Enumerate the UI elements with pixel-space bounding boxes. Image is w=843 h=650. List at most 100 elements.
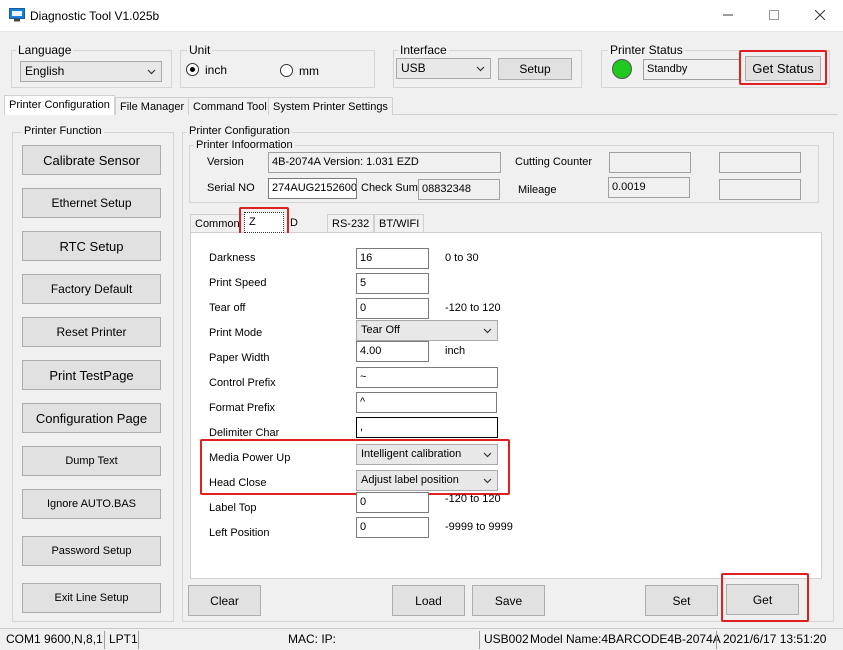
close-icon xyxy=(815,10,825,20)
clear-button[interactable]: Clear xyxy=(188,585,261,616)
subtab-bt-wifi[interactable]: BT/WIFI xyxy=(374,214,425,232)
unit-mm-label: mm xyxy=(299,64,319,78)
format-prefix-label: Format Prefix xyxy=(209,402,276,414)
interface-selected: USB xyxy=(401,61,426,75)
extra-field-2 xyxy=(719,179,801,200)
unit-inch-label: inch xyxy=(205,63,228,77)
chevron-down-icon xyxy=(476,66,485,72)
print-speed-input[interactable]: 5 xyxy=(356,273,429,294)
minimize-icon xyxy=(723,14,733,16)
paper-width-unit: inch xyxy=(445,345,466,357)
darkness-range: 0 to 30 xyxy=(445,252,479,264)
subtab-common[interactable]: Common xyxy=(190,214,245,232)
chevron-down-icon xyxy=(147,69,156,75)
serial-no-label: Serial NO xyxy=(207,182,255,194)
printer-information-label: Printer Infoormation xyxy=(194,139,295,151)
tab-printer-configuration[interactable]: Printer Configuration xyxy=(4,95,115,115)
minimize-button[interactable] xyxy=(705,0,751,30)
tab-command-tool[interactable]: Command Tool xyxy=(188,97,272,115)
status-text: Standby xyxy=(643,59,740,80)
print-mode-select[interactable]: Tear Off xyxy=(356,320,498,341)
subtab-rs232[interactable]: RS-232 xyxy=(327,214,375,232)
darkness-input[interactable]: 16 xyxy=(356,248,429,269)
get-status-highlight xyxy=(739,50,827,85)
get-button-highlight xyxy=(721,573,809,622)
delimiter-char-input[interactable]: , xyxy=(356,417,498,438)
media-head-highlight xyxy=(200,439,510,495)
chevron-down-icon xyxy=(483,328,492,334)
control-prefix-label: Control Prefix xyxy=(209,377,276,389)
delimiter-char-label: Delimiter Char xyxy=(209,427,280,439)
version-label: Version xyxy=(207,156,244,168)
mileage-field: 0.0019 xyxy=(608,177,690,198)
paper-width-label: Paper Width xyxy=(209,352,270,364)
control-prefix-input[interactable]: ~ xyxy=(356,367,498,388)
cutting-counter-label: Cutting Counter xyxy=(515,156,593,168)
serial-no-field[interactable]: 274AUG2152600 xyxy=(268,178,357,199)
language-selected: English xyxy=(25,64,65,78)
mileage-label: Mileage xyxy=(518,184,557,196)
dump-text-button[interactable]: Dump Text xyxy=(22,446,161,476)
label-top-input[interactable]: 0 xyxy=(356,492,429,513)
tab-file-manager[interactable]: File Manager xyxy=(115,97,190,115)
reset-printer-button[interactable]: Reset Printer xyxy=(22,317,161,347)
statusbar-usb: USB002 xyxy=(484,632,529,646)
exit-line-setup-button[interactable]: Exit Line Setup xyxy=(22,583,161,613)
left-position-input[interactable]: 0 xyxy=(356,517,429,538)
ethernet-setup-button[interactable]: Ethernet Setup xyxy=(22,188,161,218)
password-setup-button[interactable]: Password Setup xyxy=(22,536,161,566)
statusbar-divider xyxy=(479,631,480,649)
label-top-range: -120 to 120 xyxy=(445,493,501,505)
print-speed-label: Print Speed xyxy=(209,277,267,289)
tab-system-printer-settings[interactable]: System Printer Settings xyxy=(268,97,393,115)
maximize-icon xyxy=(769,10,779,20)
statusbar-divider xyxy=(104,631,105,649)
factory-default-button[interactable]: Factory Default xyxy=(22,274,161,304)
status-bar: COM1 9600,N,8,1 LPT1 MAC: IP: USB002 Mod… xyxy=(0,628,843,650)
app-icon xyxy=(9,8,25,22)
statusbar-port: COM1 9600,N,8,1 xyxy=(6,632,103,646)
save-button[interactable]: Save xyxy=(472,585,545,616)
paper-width-input[interactable]: 4.00 xyxy=(356,341,429,362)
statusbar-mac: MAC: IP: xyxy=(288,632,337,646)
unit-label: Unit xyxy=(187,43,213,57)
maximize-button[interactable] xyxy=(751,0,797,30)
title-bar: Diagnostic Tool V1.025b xyxy=(0,0,843,32)
ignore-auto-bas-button[interactable]: Ignore AUTO.BAS xyxy=(22,489,161,519)
tear-off-range: -120 to 120 xyxy=(445,302,501,314)
interface-label: Interface xyxy=(398,43,449,57)
statusbar-divider xyxy=(716,631,717,649)
window-title: Diagnostic Tool V1.025b xyxy=(30,9,160,23)
checksum-label: Check Sum xyxy=(361,182,418,194)
rtc-setup-button[interactable]: RTC Setup xyxy=(22,231,161,261)
statusbar-model: Model Name:4BARCODE4B-2074A xyxy=(530,632,721,646)
checksum-field: 08832348 xyxy=(418,179,500,200)
print-testpage-button[interactable]: Print TestPage xyxy=(22,360,161,390)
calibrate-sensor-button[interactable]: Calibrate Sensor xyxy=(22,145,161,175)
extra-field-1 xyxy=(719,152,801,173)
statusbar-lpt: LPT1 xyxy=(109,632,138,646)
tear-off-label: Tear off xyxy=(209,302,246,314)
configuration-page-button[interactable]: Configuration Page xyxy=(22,403,161,433)
set-button[interactable]: Set xyxy=(645,585,718,616)
close-button[interactable] xyxy=(797,0,843,30)
print-mode-label: Print Mode xyxy=(209,327,263,339)
printer-status-label: Printer Status xyxy=(608,43,685,57)
status-indicator xyxy=(612,59,632,79)
label-top-label: Label Top xyxy=(209,502,257,514)
unit-inch-radio[interactable] xyxy=(186,63,199,76)
statusbar-datetime: 2021/6/17 13:51:20 xyxy=(723,632,827,646)
tear-off-input[interactable]: 0 xyxy=(356,298,429,319)
unit-mm-radio[interactable] xyxy=(280,64,293,77)
load-button[interactable]: Load xyxy=(392,585,465,616)
cutting-counter-field xyxy=(609,152,691,173)
printer-function-label: Printer Function xyxy=(22,125,104,137)
version-field: 4B-2074A Version: 1.031 EZD xyxy=(268,152,501,173)
left-position-range: -9999 to 9999 xyxy=(445,521,513,533)
format-prefix-input[interactable]: ^ xyxy=(356,392,497,413)
interface-select[interactable]: USB xyxy=(396,58,491,79)
language-label: Language xyxy=(16,43,74,57)
language-select[interactable]: English xyxy=(20,61,162,82)
statusbar-divider xyxy=(138,631,139,649)
setup-button[interactable]: Setup xyxy=(498,58,572,80)
